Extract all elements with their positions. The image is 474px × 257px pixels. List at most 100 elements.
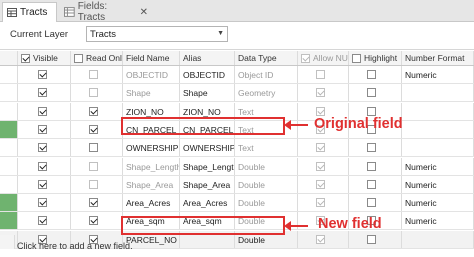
read-only-checkbox[interactable] — [89, 143, 98, 153]
visible-checkbox[interactable] — [38, 143, 47, 153]
visible-checkbox[interactable] — [38, 124, 47, 134]
visible-checkbox[interactable] — [38, 106, 47, 116]
add-field-row[interactable]: Click here to add a new field. — [0, 235, 474, 257]
field-name-cell[interactable]: Shape — [123, 84, 180, 102]
read-only-cell[interactable] — [71, 212, 123, 230]
highlight-checkbox[interactable] — [367, 88, 376, 98]
alias-cell[interactable]: Area_Acres — [180, 194, 235, 212]
data-type-cell[interactable]: Object ID — [235, 66, 298, 83]
alias-cell[interactable]: Shape_Length — [180, 157, 235, 175]
highlight-cell[interactable] — [349, 175, 402, 193]
row-header[interactable] — [0, 175, 18, 193]
read-only-checkbox[interactable] — [89, 88, 98, 98]
table-row[interactable]: Shape Shape Geometry — [0, 84, 474, 103]
number-format-cell[interactable]: Numeric — [402, 175, 474, 193]
table-row[interactable]: OWNERSHIP OWNERSHIP Text — [0, 139, 474, 158]
table-row[interactable]: Shape_Area Shape_Area Double Numeric — [0, 175, 474, 194]
visible-cell[interactable] — [18, 175, 71, 193]
row-header[interactable] — [0, 157, 18, 175]
read-only-cell[interactable] — [71, 84, 123, 102]
read-only-checkbox[interactable] — [89, 198, 98, 208]
highlight-cell[interactable] — [349, 139, 402, 157]
read-only-checkbox[interactable] — [89, 179, 98, 189]
field-name-cell[interactable]: Shape_Area — [123, 175, 180, 193]
visible-checkbox[interactable] — [38, 161, 47, 171]
data-type-cell[interactable]: Geometry — [235, 84, 298, 102]
highlight-checkbox[interactable] — [367, 179, 376, 189]
number-format-cell[interactable] — [402, 102, 474, 120]
visible-cell[interactable] — [18, 157, 71, 175]
highlight-cell[interactable] — [349, 157, 402, 175]
read-only-cell[interactable] — [71, 139, 123, 157]
visible-checkbox[interactable] — [38, 179, 47, 189]
read-only-checkbox[interactable] — [89, 70, 98, 79]
read-only-checkbox[interactable] — [89, 161, 98, 171]
visible-all-checkbox[interactable] — [21, 54, 30, 63]
highlight-cell[interactable] — [349, 194, 402, 212]
table-row[interactable]: OBJECTID OBJECTID Object ID Numeric — [0, 66, 474, 84]
visible-cell[interactable] — [18, 102, 71, 120]
read-only-checkbox[interactable] — [89, 106, 98, 116]
header-field-name[interactable]: Field Name — [123, 51, 180, 65]
row-header[interactable] — [0, 194, 18, 212]
number-format-cell[interactable] — [402, 120, 474, 138]
field-name-cell[interactable]: Shape_Length — [123, 157, 180, 175]
row-header[interactable] — [0, 102, 18, 120]
visible-cell[interactable] — [18, 120, 71, 138]
read-only-checkbox[interactable] — [89, 216, 98, 226]
highlight-checkbox[interactable] — [367, 106, 376, 116]
header-highlight[interactable]: Highlight — [349, 51, 402, 65]
header-read-only[interactable]: Read Only — [71, 51, 123, 65]
visible-checkbox[interactable] — [38, 216, 47, 226]
highlight-checkbox[interactable] — [367, 143, 376, 153]
number-format-cell[interactable]: Numeric — [402, 157, 474, 175]
read-only-all-checkbox[interactable] — [74, 54, 83, 63]
alias-cell[interactable]: Shape_Area — [180, 175, 235, 193]
read-only-cell[interactable] — [71, 66, 123, 83]
alias-cell[interactable]: OWNERSHIP — [180, 139, 235, 157]
row-header[interactable] — [0, 120, 18, 138]
visible-checkbox[interactable] — [38, 198, 47, 208]
highlight-cell[interactable] — [349, 66, 402, 83]
number-format-cell[interactable]: Numeric — [402, 212, 474, 230]
header-visible[interactable]: Visible — [18, 51, 71, 65]
visible-cell[interactable] — [18, 212, 71, 230]
highlight-checkbox[interactable] — [367, 198, 376, 208]
read-only-cell[interactable] — [71, 102, 123, 120]
visible-checkbox[interactable] — [38, 70, 47, 79]
row-header[interactable] — [0, 212, 18, 230]
visible-cell[interactable] — [18, 66, 71, 83]
table-row[interactable]: Shape_Length Shape_Length Double Numeric — [0, 157, 474, 176]
visible-cell[interactable] — [18, 194, 71, 212]
tab-fields-tracts[interactable]: Fields: Tracts ✕ — [60, 1, 148, 23]
visible-cell[interactable] — [18, 84, 71, 102]
highlight-all-checkbox[interactable] — [352, 54, 361, 63]
close-icon[interactable]: ✕ — [140, 7, 148, 18]
current-layer-dropdown[interactable]: Tracts ▼ — [86, 26, 228, 42]
row-header[interactable] — [0, 84, 18, 102]
alias-cell[interactable]: OBJECTID — [180, 66, 235, 83]
row-header[interactable] — [0, 139, 18, 157]
row-header[interactable] — [0, 66, 18, 83]
read-only-cell[interactable] — [71, 120, 123, 138]
data-type-cell[interactable]: Double — [235, 194, 298, 212]
highlight-checkbox[interactable] — [367, 70, 376, 79]
read-only-checkbox[interactable] — [89, 124, 98, 134]
number-format-cell[interactable] — [402, 139, 474, 157]
number-format-cell[interactable]: Numeric — [402, 194, 474, 212]
header-allow-null[interactable]: Allow NULL — [298, 51, 349, 65]
field-name-cell[interactable]: Area_Acres — [123, 194, 180, 212]
add-field-hint[interactable]: Click here to add a new field. — [17, 241, 133, 251]
table-row[interactable]: Area_Acres Area_Acres Double Numeric — [0, 194, 474, 213]
highlight-checkbox[interactable] — [367, 161, 376, 171]
field-name-cell[interactable]: OBJECTID — [123, 66, 180, 83]
read-only-cell[interactable] — [71, 175, 123, 193]
field-name-cell[interactable]: OWNERSHIP — [123, 139, 180, 157]
alias-cell[interactable]: Shape — [180, 84, 235, 102]
tab-tracts-table[interactable]: Tracts — [2, 2, 57, 22]
data-type-cell[interactable]: Text — [235, 139, 298, 157]
data-type-cell[interactable]: Double — [235, 175, 298, 193]
read-only-cell[interactable] — [71, 194, 123, 212]
visible-cell[interactable] — [18, 139, 71, 157]
number-format-cell[interactable]: Numeric — [402, 66, 474, 83]
